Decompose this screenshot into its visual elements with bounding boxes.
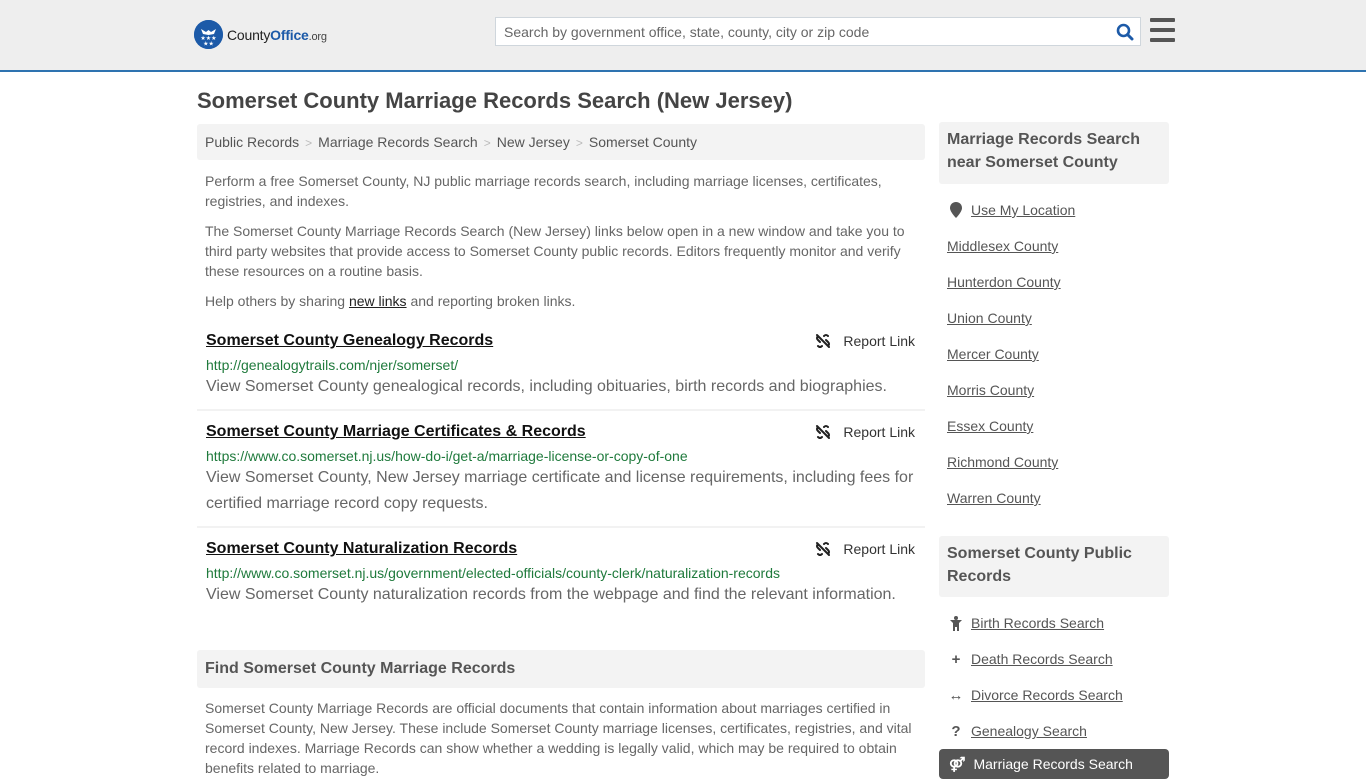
intro-paragraph: Perform a free Somerset County, NJ publi… — [205, 173, 882, 209]
help-text: Help others by sharing new links and rep… — [205, 293, 576, 309]
hamburger-menu-icon[interactable] — [1150, 18, 1175, 42]
site-header: ★★★ ★★ CountyOffice.org — [0, 0, 1366, 72]
find-records-heading: Find Somerset County Marriage Records — [197, 650, 925, 688]
breadcrumb-public-records[interactable]: Public Records — [205, 134, 299, 150]
result-title-link[interactable]: Somerset County Marriage Certificates & … — [206, 423, 586, 441]
marriage-icon: ⚤ — [949, 755, 966, 772]
birth-records-link[interactable]: Birth Records Search — [971, 615, 1104, 631]
result-description: View Somerset County genealogical record… — [206, 378, 887, 395]
logo[interactable]: ★★★ ★★ CountyOffice.org — [194, 20, 327, 49]
result-url[interactable]: http://www.co.somerset.nj.us/government/… — [206, 565, 916, 581]
divorce-records-link[interactable]: Divorce Records Search — [971, 687, 1123, 703]
report-link-label: Report Link — [843, 424, 915, 440]
breadcrumb-current: Somerset County — [588, 134, 698, 150]
nearby-county-link[interactable]: Essex County — [947, 418, 1033, 434]
breadcrumb-separator: > — [305, 136, 313, 150]
search-icon[interactable] — [1110, 18, 1140, 45]
death-records-link[interactable]: Death Records Search — [971, 651, 1113, 667]
result-url[interactable]: http://genealogytrails.com/njer/somerset… — [206, 357, 916, 373]
logo-emblem-icon: ★★★ ★★ — [194, 20, 223, 49]
logo-text: CountyOffice.org — [227, 26, 327, 43]
nearby-county-link[interactable]: Middlesex County — [947, 238, 1058, 254]
svg-text:★★: ★★ — [203, 41, 214, 48]
nearby-list: Use My Location Middlesex County Hunterd… — [947, 192, 1167, 516]
result-description: View Somerset County, New Jersey marriag… — [206, 469, 914, 512]
page-title: Somerset County Marriage Records Search … — [197, 88, 793, 113]
use-my-location-item: Use My Location — [947, 192, 1167, 228]
new-links-link[interactable]: new links — [349, 293, 407, 309]
child-icon — [947, 615, 965, 631]
breadcrumb-separator: > — [483, 136, 491, 150]
broken-link-icon — [816, 542, 831, 556]
search-input[interactable] — [496, 18, 1110, 45]
result-title-link[interactable]: Somerset County Genealogy Records — [206, 332, 493, 350]
genealogy-search-link[interactable]: Genealogy Search — [971, 723, 1087, 739]
plus-icon: + — [951, 650, 961, 668]
broken-link-icon — [816, 334, 831, 348]
result-item: Somerset County Naturalization Records R… — [197, 534, 925, 614]
breadcrumb: Public Records > Marriage Records Search > N… — [197, 124, 925, 160]
result-url[interactable]: https://www.co.somerset.nj.us/how-do-i/g… — [206, 448, 916, 464]
arrows-h-icon: ↔ — [948, 686, 964, 704]
report-link-button[interactable]: Report Link — [815, 333, 915, 349]
breadcrumb-new-jersey[interactable]: New Jersey — [497, 134, 570, 150]
map-marker-icon — [947, 202, 965, 218]
public-records-list: Birth Records Search + Death Records Sea… — [947, 605, 1167, 749]
nearby-county-link[interactable]: Mercer County — [947, 346, 1039, 362]
result-title-link[interactable]: Somerset County Naturalization Records — [206, 540, 517, 558]
broken-link-icon — [816, 425, 831, 439]
search-box — [495, 17, 1141, 46]
intro: Perform a free Somerset County, NJ publi… — [205, 171, 920, 321]
result-description: View Somerset County naturalization reco… — [206, 586, 896, 603]
nearby-county-link[interactable]: Union County — [947, 310, 1032, 326]
marriage-records-search-active[interactable]: ⚤ Marriage Records Search — [939, 749, 1169, 779]
nearby-county-link[interactable]: Warren County — [947, 490, 1041, 506]
report-link-button[interactable]: Report Link — [815, 424, 915, 440]
nearby-heading: Marriage Records Search near Somerset Co… — [939, 122, 1169, 184]
report-link-button[interactable]: Report Link — [815, 541, 915, 557]
question-icon: ? — [951, 722, 961, 740]
public-records-heading: Somerset County Public Records — [939, 536, 1169, 597]
active-item-label: Marriage Records Search — [973, 756, 1133, 772]
result-item: Somerset County Marriage Certificates & … — [197, 417, 925, 528]
nearby-county-link[interactable]: Morris County — [947, 382, 1034, 398]
intro-paragraph: The Somerset County Marriage Records Sea… — [205, 223, 905, 279]
breadcrumb-marriage-records-search[interactable]: Marriage Records Search — [318, 134, 478, 150]
breadcrumb-separator: > — [575, 136, 583, 150]
use-my-location-link[interactable]: Use My Location — [971, 202, 1075, 218]
find-records-text: Somerset County Marriage Records are off… — [205, 700, 912, 776]
nearby-county-link[interactable]: Hunterdon County — [947, 274, 1061, 290]
result-item: Somerset County Genealogy Records Report… — [197, 326, 925, 411]
report-link-label: Report Link — [843, 333, 915, 349]
nearby-county-link[interactable]: Richmond County — [947, 454, 1058, 470]
report-link-label: Report Link — [843, 541, 915, 557]
